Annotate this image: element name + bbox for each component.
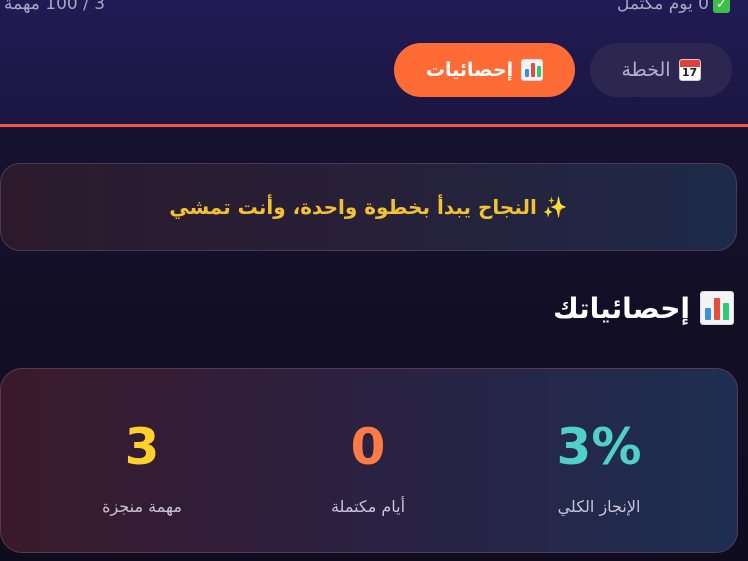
header-divider	[0, 124, 748, 127]
stat-label: أيام مكتملة	[330, 497, 406, 516]
bar-chart-icon	[521, 59, 544, 81]
days-completed-status: ✓ 0 يوم مكتمل	[617, 0, 730, 14]
stat-overall-completion: 3% الإنجاز الكلي	[509, 419, 689, 516]
tab-plan[interactable]: 17 الخطة	[590, 43, 732, 97]
stat-tasks-done: 3 مهمة منجزة	[52, 419, 232, 516]
calendar-icon: 17	[678, 59, 701, 81]
check-icon: ✓	[713, 0, 730, 13]
stat-label: الإنجاز الكلي	[557, 497, 641, 516]
motivation-card: ✨النجاح يبدأ بخطوة واحدة، وأنت تمشي	[0, 163, 737, 251]
view-tabs: 17 الخطة إحصائيات	[392, 43, 732, 97]
tab-statistics-label: إحصائيات	[425, 59, 514, 81]
tab-statistics[interactable]: إحصائيات	[394, 43, 575, 97]
stat-label: مهمة منجزة	[102, 497, 182, 516]
stat-value: 3	[124, 418, 160, 476]
bar-chart-icon	[700, 291, 734, 325]
sparkles-icon: ✨	[542, 195, 568, 219]
tab-plan-label: الخطة	[621, 59, 671, 81]
stat-value: 0	[350, 418, 386, 476]
calendar-day: 17	[681, 66, 698, 79]
tasks-count: 3 / 100 مهمة	[4, 0, 106, 14]
stat-days-completed: 0 أيام مكتملة	[278, 419, 458, 516]
section-title: إحصائياتك	[553, 291, 690, 325]
motivation-quote: النجاح يبدأ بخطوة واحدة، وأنت تمشي	[169, 195, 537, 219]
stat-value: 3%	[556, 418, 642, 476]
stats-card: 3% الإنجاز الكلي 0 أيام مكتملة 3 مهمة من…	[0, 368, 738, 553]
days-completed-label: 0 يوم مكتمل	[616, 0, 709, 14]
stats-section-heading: إحصائياتك	[553, 288, 734, 328]
